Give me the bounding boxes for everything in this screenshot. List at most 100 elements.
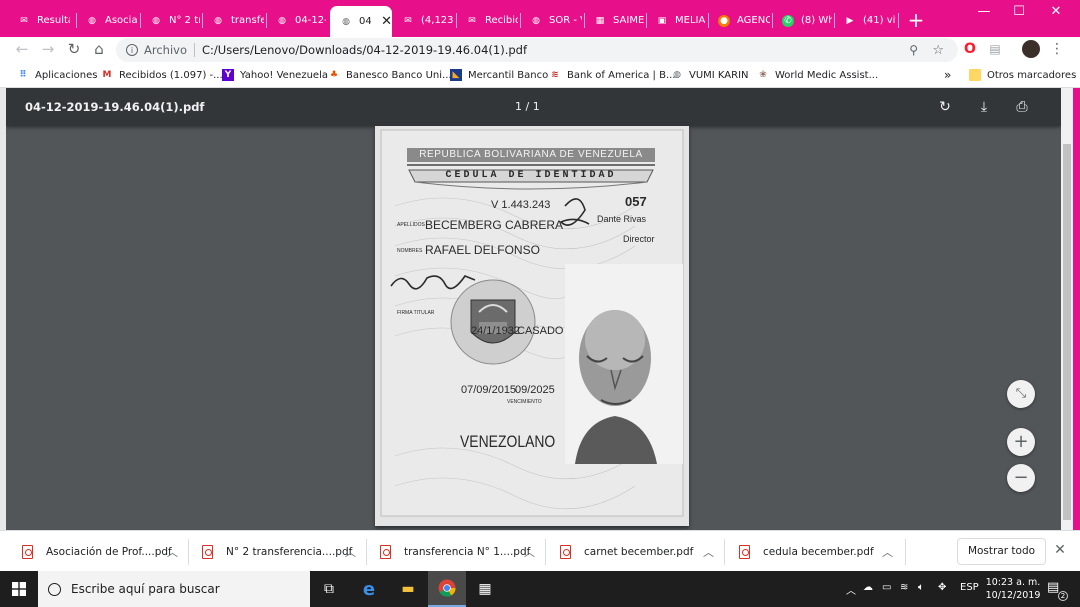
edge-icon[interactable]: e bbox=[350, 571, 388, 607]
tab-gmail-recibidos[interactable]: ✉ Recibid bbox=[456, 6, 518, 35]
bookmark-yahoo[interactable]: Y Yahoo! Venezuela bbox=[222, 67, 328, 83]
tab-pdf-1[interactable]: ◍ 04-12-2 bbox=[266, 6, 326, 35]
zoom-in-button[interactable]: + bbox=[1007, 428, 1035, 456]
clock-date: 10/12/2019 bbox=[985, 590, 1041, 601]
back-button[interactable]: ← bbox=[12, 39, 32, 59]
close-window-button[interactable]: ✕ bbox=[1037, 3, 1075, 23]
bookmark-world-medic[interactable]: ❀ World Medic Assist... bbox=[757, 67, 878, 83]
tab-whatsapp[interactable]: ✆ (8) Wha bbox=[772, 6, 832, 35]
maximize-button[interactable]: ☐ bbox=[1000, 3, 1038, 23]
download-icon[interactable]: ⤓ bbox=[974, 97, 994, 117]
apps-grid-icon: ⠿ bbox=[19, 70, 27, 80]
scrollbar[interactable] bbox=[1061, 88, 1073, 530]
agency-icon: ● bbox=[718, 14, 730, 27]
coat-of-arms-graphic bbox=[450, 279, 536, 365]
taskbar-clock[interactable]: 10:23 a. m. 10/12/2019 bbox=[984, 576, 1042, 602]
tab-gmail-resulta[interactable]: ✉ Resulta bbox=[8, 6, 70, 35]
close-shelf-icon[interactable]: ✕ bbox=[1051, 541, 1069, 559]
bookmark-label: World Medic Assist... bbox=[775, 69, 879, 81]
forward-button[interactable]: → bbox=[38, 39, 58, 59]
globe-icon: ◍ bbox=[342, 16, 350, 27]
tab-yahoo-mail[interactable]: ✉ (4,123 bbox=[392, 6, 454, 35]
bookmark-banesco[interactable]: ♣ Banesco Banco Uni... bbox=[328, 67, 452, 83]
battery-icon[interactable]: ▭ bbox=[882, 582, 891, 593]
task-view-icon[interactable]: ⧉ bbox=[310, 571, 348, 607]
windows-start-button[interactable] bbox=[0, 571, 38, 607]
taskbar-search-box[interactable]: Escribe aquí para buscar bbox=[38, 571, 310, 607]
fit-page-button[interactable]: ⤡ bbox=[1007, 380, 1035, 408]
doc-expiry-date: 09/2025 bbox=[515, 384, 555, 396]
tab-youtube[interactable]: ▶ (41) viv bbox=[834, 6, 896, 35]
pdf-title: 04-12-2019-19.46.04(1).pdf bbox=[25, 100, 205, 114]
bofa-icon: ≋ bbox=[551, 70, 559, 80]
minimize-button[interactable]: — bbox=[965, 3, 1003, 23]
bookmark-recibidos[interactable]: M Recibidos (1.097) -... bbox=[101, 67, 223, 83]
chevron-up-icon[interactable]: ︿ bbox=[345, 544, 356, 560]
scrollbar-thumb[interactable] bbox=[1063, 144, 1071, 520]
chevron-up-icon[interactable]: ︿ bbox=[703, 544, 714, 560]
zoom-icon[interactable]: ⚲ bbox=[909, 43, 918, 57]
wifi-icon[interactable]: ≋ bbox=[900, 582, 908, 593]
bookmark-bank-of-america[interactable]: ≋ Bank of America | B... bbox=[549, 67, 675, 83]
reload-button[interactable]: ↻ bbox=[64, 39, 84, 59]
download-item[interactable]: N° 2 transferencia....pdf ︿ bbox=[202, 537, 356, 567]
chevron-up-icon[interactable]: ︿ bbox=[167, 544, 178, 560]
notification-center-icon[interactable]: ▤ bbox=[1047, 580, 1059, 595]
tab-separator bbox=[898, 13, 899, 28]
youtube-icon: ▶ bbox=[846, 15, 854, 26]
notification-count-badge: 2 bbox=[1058, 591, 1068, 601]
download-filename: N° 2 transferencia....pdf bbox=[226, 546, 353, 558]
tab-asociacion[interactable]: ◍ Asociac bbox=[76, 6, 138, 35]
show-hidden-icons-icon[interactable]: ︿ bbox=[846, 582, 856, 597]
extension-icon[interactable]: ▤ bbox=[987, 41, 1003, 57]
calculator-icon[interactable]: ▦ bbox=[466, 571, 504, 607]
address-bar[interactable]: i Archivo C:/Users/Lenovo/Downloads/04-1… bbox=[116, 38, 958, 62]
tab-sor[interactable]: ◍ SOR - V bbox=[520, 6, 582, 35]
globe-icon: ◍ bbox=[88, 15, 96, 26]
opera-icon[interactable]: O bbox=[962, 41, 978, 57]
download-filename: transferencia N° 1....pdf bbox=[404, 546, 531, 558]
tab-transferencia[interactable]: ◍ transfer bbox=[202, 6, 264, 35]
tab-label: SOR - V bbox=[549, 15, 582, 26]
tab-melia[interactable]: ▣ MELIA bbox=[646, 6, 706, 35]
avatar[interactable] bbox=[1022, 40, 1040, 58]
tab-label: (4,123 bbox=[421, 15, 454, 26]
star-icon[interactable]: ☆ bbox=[932, 43, 944, 58]
download-item[interactable]: transferencia N° 1....pdf ︿ bbox=[380, 537, 535, 567]
tab-transferencia-2[interactable]: ◍ N° 2 tra bbox=[140, 6, 200, 35]
menu-kebab-icon[interactable]: ⋮ bbox=[1049, 41, 1065, 57]
dropbox-icon[interactable]: ✥ bbox=[938, 582, 946, 593]
globe-icon: ◍ bbox=[673, 70, 681, 80]
chevron-up-icon[interactable]: ︿ bbox=[524, 544, 535, 560]
home-button[interactable]: ⌂ bbox=[89, 39, 109, 59]
bookmark-label: Aplicaciones bbox=[35, 69, 98, 81]
bookmark-mercantil[interactable]: ◣ Mercantil Banco bbox=[450, 67, 548, 83]
zoom-out-button[interactable]: − bbox=[1007, 464, 1035, 492]
doc-type: CEDULA DE IDENTIDAD bbox=[445, 170, 617, 181]
search-placeholder: Escribe aquí para buscar bbox=[71, 582, 220, 596]
download-item[interactable]: Asociación de Prof....pdf ︿ bbox=[22, 537, 178, 567]
address-divider bbox=[194, 43, 195, 57]
new-tab-button[interactable]: + bbox=[906, 10, 926, 31]
download-item[interactable]: carnet becember.pdf ︿ bbox=[560, 537, 714, 567]
tab-pdf-active[interactable]: ◍ 04- ✕ bbox=[330, 6, 392, 37]
close-icon[interactable]: ✕ bbox=[381, 14, 392, 29]
bookmark-other[interactable]: Otros marcadores bbox=[969, 67, 1076, 83]
file-explorer-icon[interactable]: ▬ bbox=[389, 571, 427, 607]
cloud-icon[interactable]: ☁ bbox=[863, 582, 873, 593]
bookmarks-overflow-button[interactable]: » bbox=[944, 67, 951, 83]
rotate-icon[interactable]: ↻ bbox=[935, 97, 955, 117]
tab-saime[interactable]: ▦ SAIME bbox=[584, 6, 644, 35]
tab-agencia[interactable]: ● AGENC bbox=[708, 6, 770, 35]
bookmark-aplicaciones[interactable]: ⠿ Aplicaciones bbox=[17, 67, 97, 83]
print-icon[interactable]: ⎙ bbox=[1012, 97, 1032, 117]
chevron-up-icon[interactable]: ︿ bbox=[882, 544, 893, 560]
language-indicator[interactable]: ESP bbox=[960, 582, 979, 593]
chrome-icon[interactable] bbox=[428, 571, 466, 607]
doc-birth-date: 24/1/1932 bbox=[471, 325, 520, 337]
show-all-downloads-button[interactable]: Mostrar todo bbox=[957, 538, 1046, 565]
volume-icon[interactable]: 🔈︎ bbox=[918, 582, 924, 593]
download-item[interactable]: cedula becember.pdf ︿ bbox=[739, 537, 893, 567]
info-icon[interactable]: i bbox=[126, 44, 138, 56]
bookmark-vumi-karin[interactable]: ◍ VUMI KARIN bbox=[671, 67, 748, 83]
